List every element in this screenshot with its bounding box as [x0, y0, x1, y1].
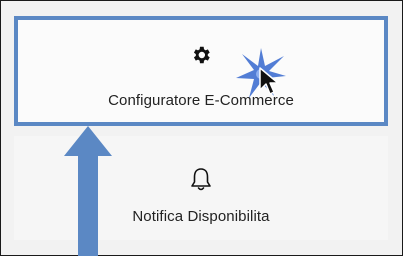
- gear-icon: [190, 44, 212, 71]
- mouse-cursor-icon: [259, 67, 279, 95]
- menu-item-configuratore-ecommerce[interactable]: Configuratore E-Commerce: [14, 16, 388, 124]
- bell-icon: [190, 166, 212, 197]
- annotation-arrow-icon: [64, 126, 112, 256]
- menu-item-label: Configuratore E-Commerce: [108, 92, 294, 109]
